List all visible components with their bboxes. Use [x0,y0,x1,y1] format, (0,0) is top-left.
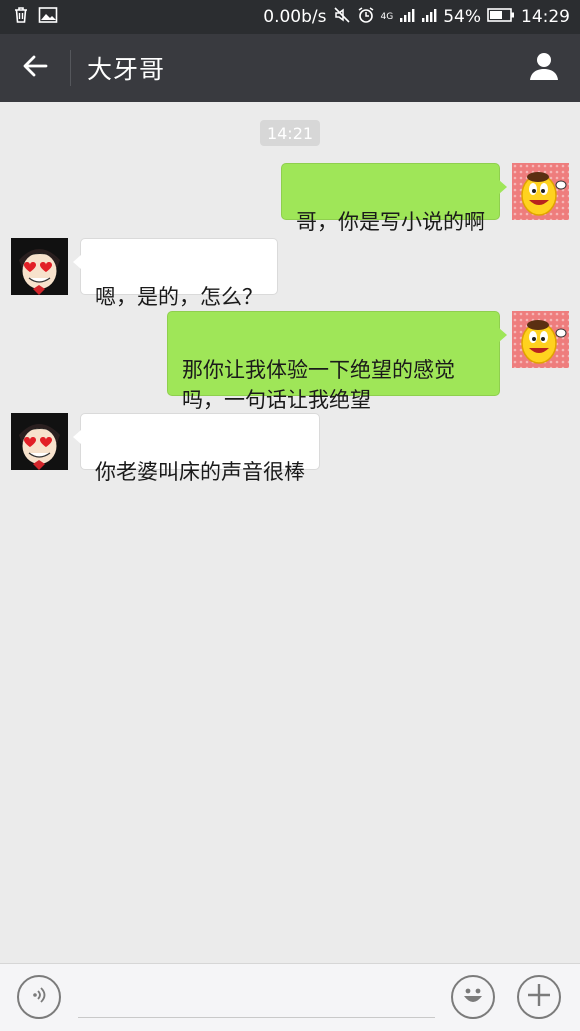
title-divider [70,50,71,86]
net-speed: 0.00b/s [263,7,327,27]
self-avatar[interactable] [512,311,569,368]
signal-icon [399,7,415,28]
mute-icon [333,6,351,29]
status-left [12,6,58,29]
clock: 14:29 [521,7,570,27]
message-bubble-received[interactable]: 你老婆叫床的声音很棒 [73,413,320,484]
alarm-icon [357,6,375,29]
contact-avatar[interactable] [11,238,68,295]
message-text: 你老婆叫床的声音很棒 [95,460,305,484]
message-text: 嗯，是的，怎么？ [95,285,263,309]
chat-timestamp: 14:21 [260,120,320,146]
message-text: 那你让我体验一下绝望的感觉 吗，一句话让我绝望 [182,358,455,412]
voice-icon [28,984,50,1010]
input-bar [0,963,580,1031]
smiley-icon [458,980,488,1014]
message-bubble-sent[interactable]: 那你让我体验一下绝望的感觉 吗，一句话让我绝望 [167,311,507,412]
chat-info-button[interactable] [520,44,568,92]
more-functions-button[interactable] [517,975,561,1019]
battery-percent: 54% [443,7,481,27]
self-avatar[interactable] [512,163,569,220]
arrow-left-icon [21,52,49,84]
trash-icon [12,6,30,29]
contact-avatar[interactable] [11,413,68,470]
plus-icon [526,982,552,1012]
message-bubble-sent[interactable]: 哥，你是写小说的啊 [281,163,507,234]
network-type: 4G [380,12,394,22]
signal-icon-2 [421,7,437,28]
status-bar: 0.00b/s 4G 54% 14:29 [0,0,580,34]
image-icon [38,6,58,29]
title-bar: 大牙哥 [0,34,580,102]
battery-icon [487,7,515,28]
page-title: 大牙哥 [87,55,166,84]
voice-toggle-button[interactable] [17,975,61,1019]
message-input[interactable] [78,1017,435,1018]
message-bubble-received[interactable]: 嗯，是的，怎么？ [73,238,278,309]
person-icon [528,50,560,86]
message-text: 哥，你是写小说的啊 [296,210,485,234]
back-button[interactable] [0,34,70,102]
emoji-button[interactable] [451,975,495,1019]
status-right: 0.00b/s 4G 54% 14:29 [263,6,570,29]
